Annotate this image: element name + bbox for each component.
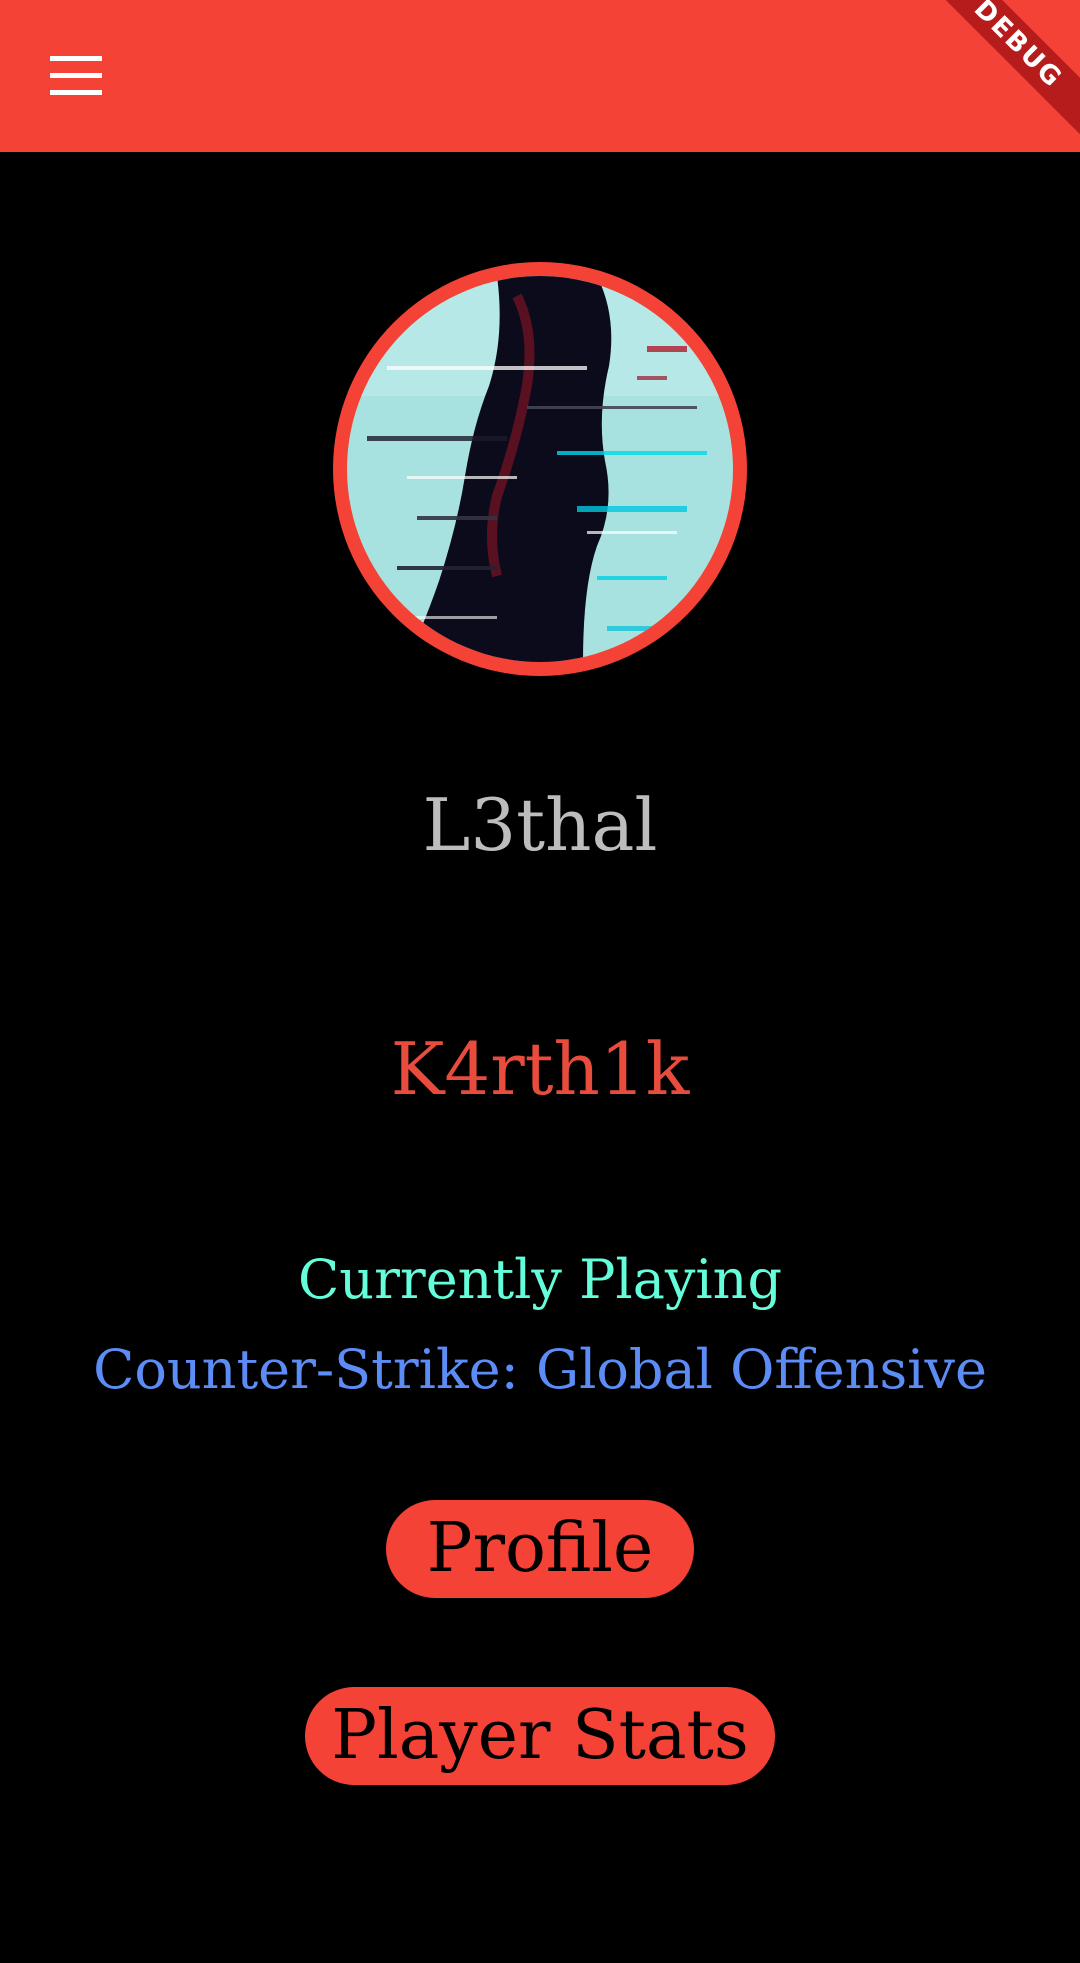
app-bar: DEBUG: [0, 0, 1080, 152]
debug-banner: DEBUG: [930, 0, 1080, 150]
menu-button[interactable]: [20, 36, 132, 116]
avatar[interactable]: [347, 276, 733, 662]
avatar-ring: [333, 262, 747, 676]
current-game-title: Counter-Strike: Global Offensive: [93, 1338, 987, 1401]
player-stats-button[interactable]: Player Stats: [305, 1687, 775, 1785]
glitch-silhouette-avatar: [347, 276, 733, 662]
player-handle: L3thal: [422, 783, 658, 867]
profile-button[interactable]: Profile: [386, 1500, 694, 1598]
hamburger-menu-icon: [50, 56, 102, 95]
player-username: K4rth1k: [390, 1027, 690, 1111]
currently-playing-label: Currently Playing: [297, 1248, 783, 1311]
debug-banner-label: DEBUG: [930, 0, 1080, 150]
